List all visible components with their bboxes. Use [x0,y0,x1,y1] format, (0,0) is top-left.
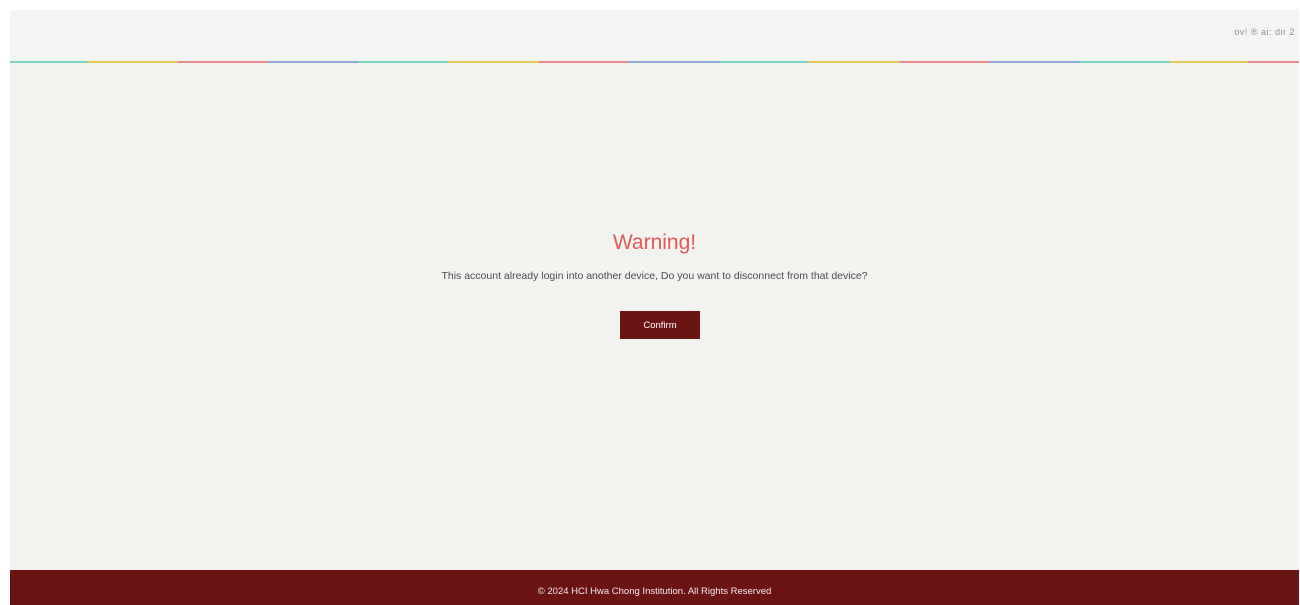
page: ov! ® ai: dir 2 Warning! This account al… [0,0,1300,605]
warning-message: This account already login into another … [441,270,868,282]
footer-copyright: © 2024 HCI Hwa Chong Institution. All Ri… [537,586,772,597]
app-frame: ov! ® ai: dir 2 Warning! This account al… [10,10,1299,605]
confirm-button[interactable]: Confirm [620,311,700,339]
warning-title: Warning! [612,231,697,254]
footer: © 2024 HCI Hwa Chong Institution. All Ri… [10,570,1299,605]
header-status-text: ov! ® ai: dir 2 [1234,27,1295,37]
top-bar: ov! ® ai: dir 2 [10,10,1299,61]
main-content: Warning! This account already login into… [10,63,1299,570]
